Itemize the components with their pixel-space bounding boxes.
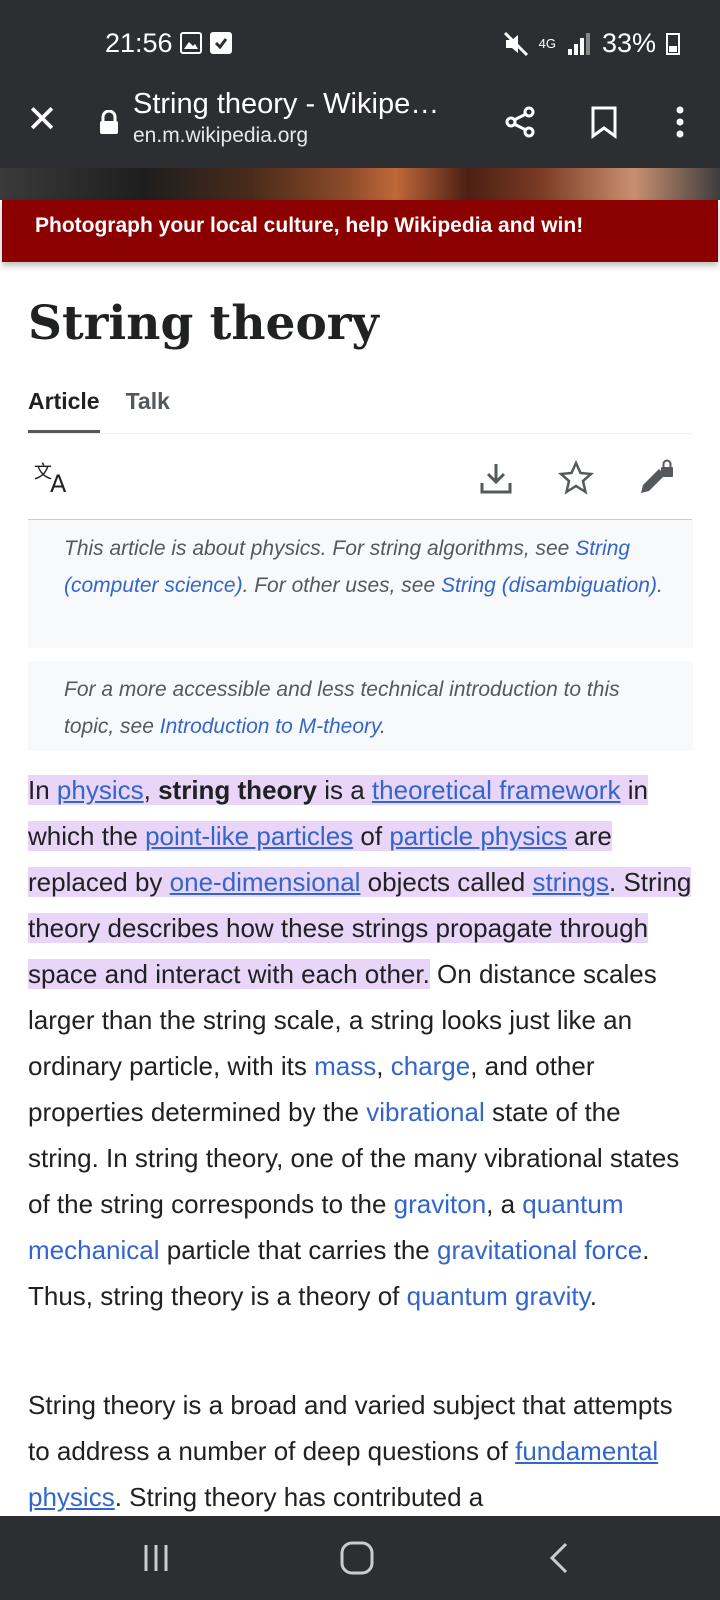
- bold-term: string theory: [158, 775, 317, 805]
- star-icon[interactable]: [556, 458, 596, 498]
- text-span: ,: [143, 775, 159, 805]
- lead-paragraph: In physics, string theory is a theoretic…: [28, 767, 698, 1319]
- text-span: particle that carries the: [159, 1235, 437, 1265]
- text-span: is a: [317, 775, 372, 805]
- language-icon[interactable]: 文 A: [34, 458, 74, 498]
- central-notice-banner[interactable]: Photograph your local culture, help Wiki…: [2, 200, 718, 262]
- link-string-disambiguation[interactable]: String (disambiguation): [441, 574, 657, 597]
- mute-icon: [503, 31, 528, 56]
- back-icon[interactable]: [529, 1534, 589, 1582]
- navigation-bar: [0, 1516, 720, 1600]
- link-introduction-m-theory[interactable]: Introduction to M-theory: [160, 715, 380, 738]
- browser-toolbar: ✕ String theory - Wikipe… en.m.wikipedia…: [0, 84, 720, 168]
- text-span: . String theory has contributed a: [114, 1482, 484, 1512]
- tab-title[interactable]: String theory - Wikipe…: [133, 88, 463, 121]
- battery-percent: 33%: [601, 28, 656, 58]
- text-span: , a: [486, 1189, 523, 1219]
- link-particle-physics[interactable]: particle physics: [389, 821, 567, 851]
- link-quantum-gravity[interactable]: quantum gravity: [407, 1281, 590, 1311]
- bookmark-icon[interactable]: [580, 98, 628, 146]
- link-mass[interactable]: mass: [314, 1051, 376, 1081]
- signal-icon: [567, 32, 590, 55]
- edit-lock-icon[interactable]: [636, 458, 676, 498]
- highlighted-text: In physics, string theory is a theoretic…: [28, 775, 692, 989]
- status-time: 21:56: [105, 28, 173, 58]
- text-span: objects called: [360, 867, 533, 897]
- text-span: .: [589, 1281, 597, 1311]
- svg-text:A: A: [50, 470, 67, 496]
- hatnote-text: This article is about physics. For strin…: [64, 537, 576, 560]
- status-bar: 21:56 4G 33%: [0, 0, 720, 84]
- url-text[interactable]: en.m.wikipedia.org: [133, 124, 308, 148]
- hatnote-text: .: [379, 715, 386, 738]
- home-icon[interactable]: [327, 1534, 387, 1582]
- link-strings[interactable]: strings: [532, 867, 609, 897]
- link-charge[interactable]: charge: [391, 1051, 471, 1081]
- check-icon: [210, 32, 232, 54]
- banner-image[interactable]: [0, 168, 720, 200]
- battery-icon: [666, 32, 680, 55]
- hatnote-introduction: For a more accessible and less technical…: [28, 661, 693, 751]
- link-point-like-particles[interactable]: point-like particles: [145, 821, 353, 851]
- more-icon[interactable]: [656, 98, 704, 146]
- close-icon[interactable]: ✕: [22, 100, 62, 140]
- page-title: String theory: [28, 296, 379, 351]
- recents-icon[interactable]: [126, 1534, 186, 1582]
- second-paragraph: String theory is a broad and varied subj…: [28, 1382, 698, 1520]
- text-span: of: [353, 821, 390, 851]
- link-theoretical-framework[interactable]: theoretical framework: [372, 775, 621, 805]
- hatnote-text: . For other uses, see: [242, 574, 441, 597]
- link-graviton[interactable]: graviton: [394, 1189, 487, 1219]
- gallery-icon: [180, 32, 202, 54]
- text-span: In: [28, 775, 57, 805]
- hatnote-disambiguation: This article is about physics. For strin…: [28, 520, 693, 648]
- hatnote-text: .: [656, 574, 663, 597]
- tab-article[interactable]: Article: [28, 380, 100, 433]
- tab-talk[interactable]: Talk: [126, 380, 170, 433]
- lock-icon: [100, 110, 118, 134]
- page-actions: 文 A: [28, 434, 692, 520]
- network-type: 4G: [538, 35, 556, 51]
- article-tabs: Article Talk: [28, 380, 692, 434]
- download-icon[interactable]: [476, 458, 516, 498]
- text-span: ,: [376, 1051, 391, 1081]
- link-vibrational[interactable]: vibrational: [366, 1097, 485, 1127]
- share-icon[interactable]: [496, 98, 544, 146]
- link-one-dimensional[interactable]: one-dimensional: [170, 867, 361, 897]
- link-gravitational-force[interactable]: gravitational force: [437, 1235, 642, 1265]
- link-physics[interactable]: physics: [57, 775, 144, 805]
